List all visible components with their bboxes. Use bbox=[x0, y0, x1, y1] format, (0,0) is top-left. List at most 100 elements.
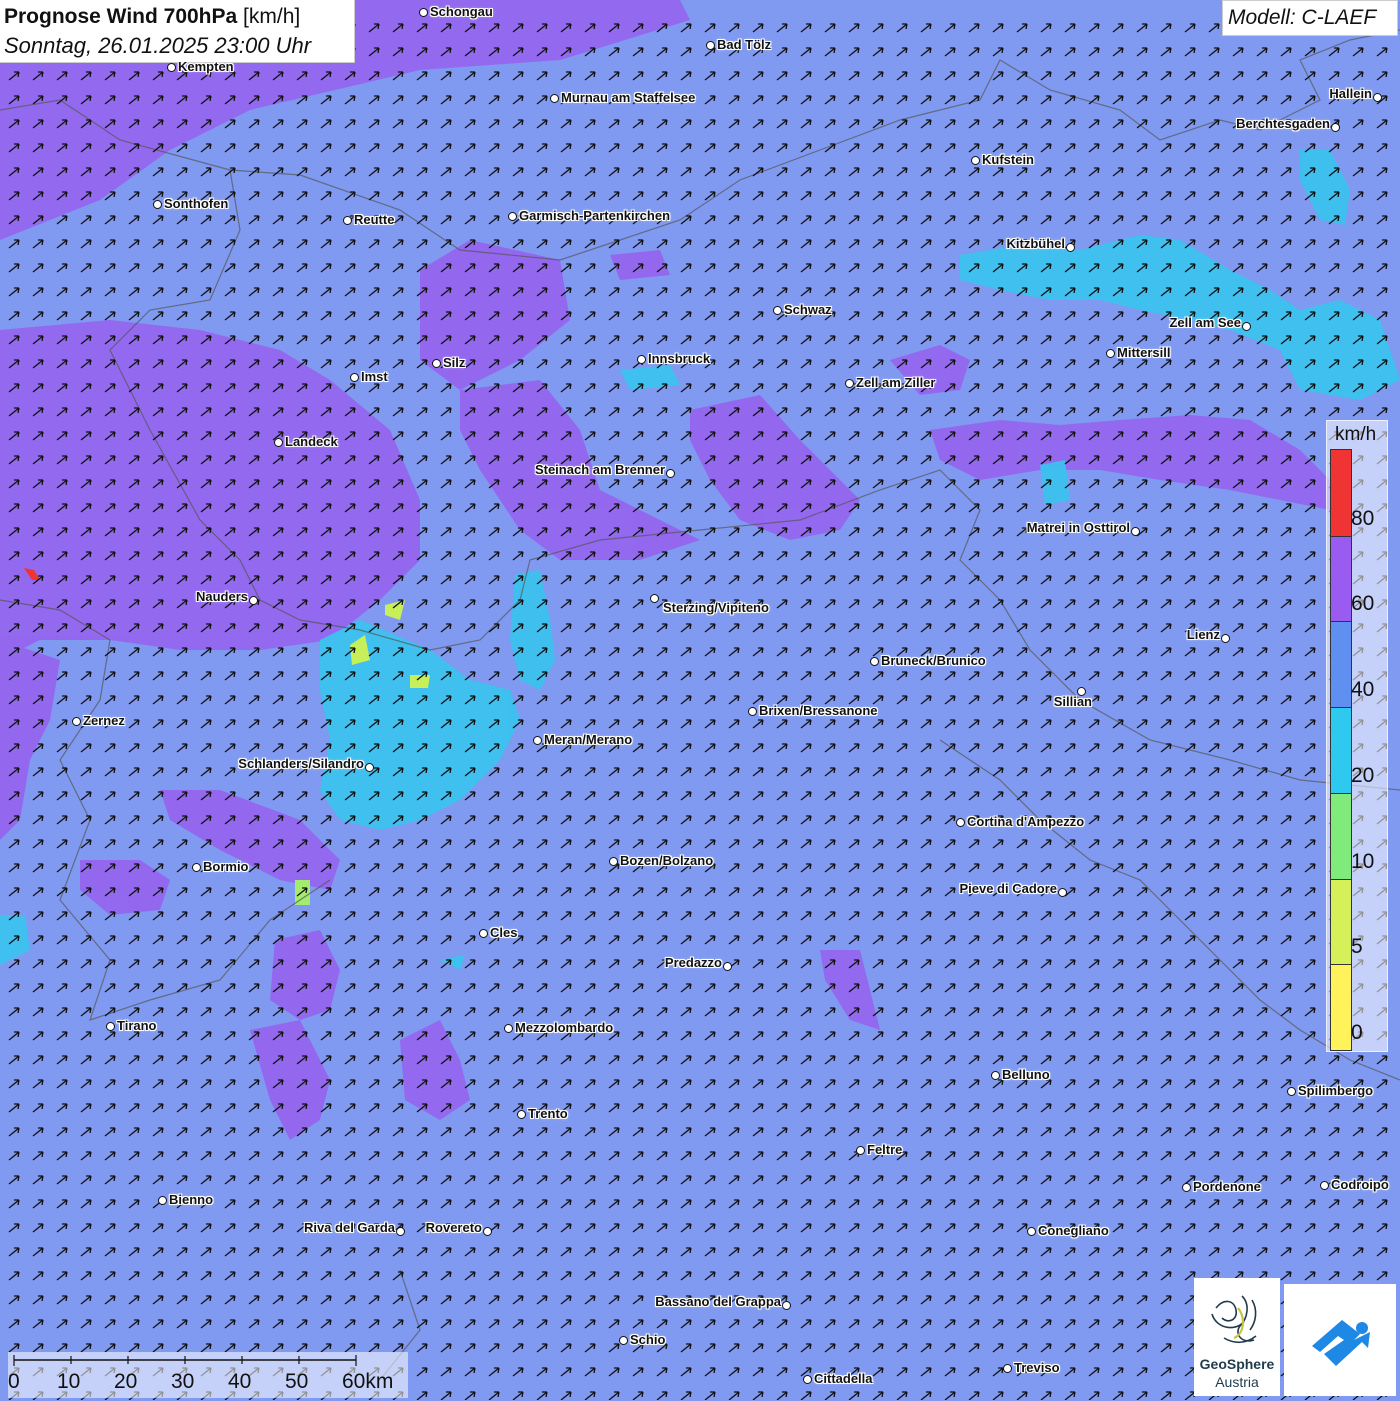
city-label: Mittersill bbox=[1117, 345, 1171, 360]
geosphere-swirl-icon bbox=[1211, 1295, 1257, 1344]
city-label: Cles bbox=[490, 925, 518, 940]
city-marker-icon bbox=[1242, 322, 1251, 331]
model-panel: Modell: C-LAEF bbox=[1222, 0, 1398, 36]
city-label: Kitzbühel bbox=[1006, 236, 1066, 251]
city-marker-icon bbox=[748, 707, 757, 716]
scale-label: 60km bbox=[342, 1370, 394, 1393]
city-label: Cittadella bbox=[814, 1371, 873, 1386]
city-marker-icon bbox=[106, 1022, 115, 1031]
legend-unit: km/h bbox=[1335, 424, 1377, 445]
city-marker-icon bbox=[845, 379, 854, 388]
city-label: Schongau bbox=[430, 4, 493, 19]
city-label: Landeck bbox=[285, 434, 338, 449]
city-label: Sonthofen bbox=[164, 196, 229, 211]
city-label: Belluno bbox=[1002, 1067, 1050, 1082]
legend-swatch bbox=[1331, 878, 1351, 965]
map-title: Prognose Wind 700hPa [km/h] bbox=[4, 5, 301, 28]
city-marker-icon bbox=[1287, 1087, 1296, 1096]
city-marker-icon bbox=[706, 41, 715, 50]
city-marker-icon bbox=[274, 438, 283, 447]
city-label: Brixen/Bressanone bbox=[759, 703, 878, 718]
logo-name-bold: GeoSphere bbox=[1199, 1356, 1275, 1372]
city-marker-icon bbox=[1027, 1227, 1036, 1236]
scale-label: 40 bbox=[228, 1370, 252, 1393]
legend-label: 80 bbox=[1351, 506, 1375, 530]
city-label: Conegliano bbox=[1038, 1223, 1109, 1238]
city-marker-icon bbox=[609, 857, 618, 866]
city-label: Pieve di Cadore bbox=[959, 881, 1057, 896]
city-marker-icon bbox=[991, 1071, 1000, 1080]
city-label: Riva del Garda bbox=[303, 1220, 395, 1235]
weather-app-logo[interactable] bbox=[1284, 1284, 1396, 1396]
city-label: Zell am See bbox=[1169, 315, 1241, 330]
color-legend: km/h 80 60 40 20 10 5 0 bbox=[1326, 420, 1388, 1052]
city-label: Trento bbox=[528, 1106, 568, 1121]
city-label: Bienno bbox=[169, 1192, 214, 1207]
city-marker-icon bbox=[803, 1375, 812, 1384]
legend-label: 60 bbox=[1351, 592, 1375, 616]
city-label: Matrei in Osttirol bbox=[1026, 520, 1130, 535]
city-marker-icon bbox=[517, 1110, 526, 1119]
city-label: Steinach am Brenner bbox=[534, 462, 665, 477]
city-label: Spilimbergo bbox=[1298, 1083, 1374, 1098]
city-label: Lienz bbox=[1186, 627, 1220, 642]
legend-swatch bbox=[1331, 621, 1351, 708]
city-marker-icon bbox=[956, 818, 965, 827]
scale-label: 10 bbox=[57, 1370, 81, 1393]
forecast-datetime: Sonntag, 26.01.2025 23:00 Uhr bbox=[4, 33, 312, 58]
city-label: Murnau am Staffelsee bbox=[561, 90, 696, 105]
legend-label: 20 bbox=[1351, 763, 1375, 787]
city-marker-icon bbox=[350, 373, 359, 382]
scale-ruler bbox=[13, 1355, 357, 1366]
cloud-arrow-icon bbox=[1312, 1320, 1370, 1366]
legend-label: 10 bbox=[1351, 849, 1375, 873]
city-marker-icon bbox=[550, 94, 559, 103]
city-label: Bassano del Grappa bbox=[655, 1294, 781, 1309]
city-marker-icon bbox=[870, 657, 879, 666]
city-label: Reutte bbox=[354, 212, 395, 227]
city-marker-icon bbox=[192, 863, 201, 872]
scale-label: 20 bbox=[114, 1370, 138, 1393]
city-label: Kufstein bbox=[982, 152, 1034, 167]
city-marker-icon bbox=[1331, 123, 1340, 132]
legend-swatch bbox=[1331, 792, 1351, 879]
city-marker-icon bbox=[419, 8, 428, 17]
legend-label: 5 bbox=[1351, 935, 1363, 959]
city-label: Kempten bbox=[178, 59, 234, 74]
legend-color-bar bbox=[1330, 449, 1352, 1051]
city-label: Nauders bbox=[195, 589, 248, 604]
logo-name-light: Austria bbox=[1215, 1374, 1259, 1390]
geosphere-logo[interactable]: GeoSphere Austria bbox=[1194, 1278, 1280, 1396]
city-label: Innsbruck bbox=[648, 351, 711, 366]
city-marker-icon bbox=[1131, 527, 1140, 536]
city-marker-icon bbox=[432, 359, 441, 368]
city-marker-icon bbox=[158, 1196, 167, 1205]
city-label: Treviso bbox=[1014, 1360, 1060, 1375]
city-label: Silz bbox=[443, 355, 466, 370]
city-label: Mezzolombardo bbox=[515, 1020, 614, 1035]
city-label: Schwaz bbox=[784, 302, 832, 317]
city-label: Schlanders/Silandro bbox=[238, 756, 364, 771]
city-marker-icon bbox=[249, 596, 258, 605]
city-label: Feltre bbox=[867, 1142, 903, 1157]
city-marker-icon bbox=[723, 962, 732, 971]
city-label: Bozen/Bolzano bbox=[620, 853, 714, 868]
city-label: Bormio bbox=[203, 859, 249, 874]
city-marker-icon bbox=[365, 763, 374, 772]
city-label: Sterzing/Vipiteno bbox=[663, 600, 769, 615]
city-marker-icon bbox=[666, 469, 675, 478]
city-marker-icon bbox=[1373, 93, 1382, 102]
city-marker-icon bbox=[1182, 1183, 1191, 1192]
city-label: Bruneck/Brunico bbox=[881, 653, 986, 668]
legend-label: 0 bbox=[1351, 1021, 1363, 1044]
city-marker-icon bbox=[479, 929, 488, 938]
city-marker-icon bbox=[1058, 888, 1067, 897]
city-marker-icon bbox=[483, 1227, 492, 1236]
legend-swatch bbox=[1331, 450, 1351, 536]
city-label: Pordenone bbox=[1193, 1179, 1261, 1194]
city-label: Predazzo bbox=[664, 955, 722, 970]
legend-swatch bbox=[1331, 535, 1351, 622]
scale-bar: 0 10 20 30 40 50 60km bbox=[8, 1352, 408, 1398]
city-marker-icon bbox=[167, 63, 176, 72]
city-marker-icon bbox=[971, 156, 980, 165]
